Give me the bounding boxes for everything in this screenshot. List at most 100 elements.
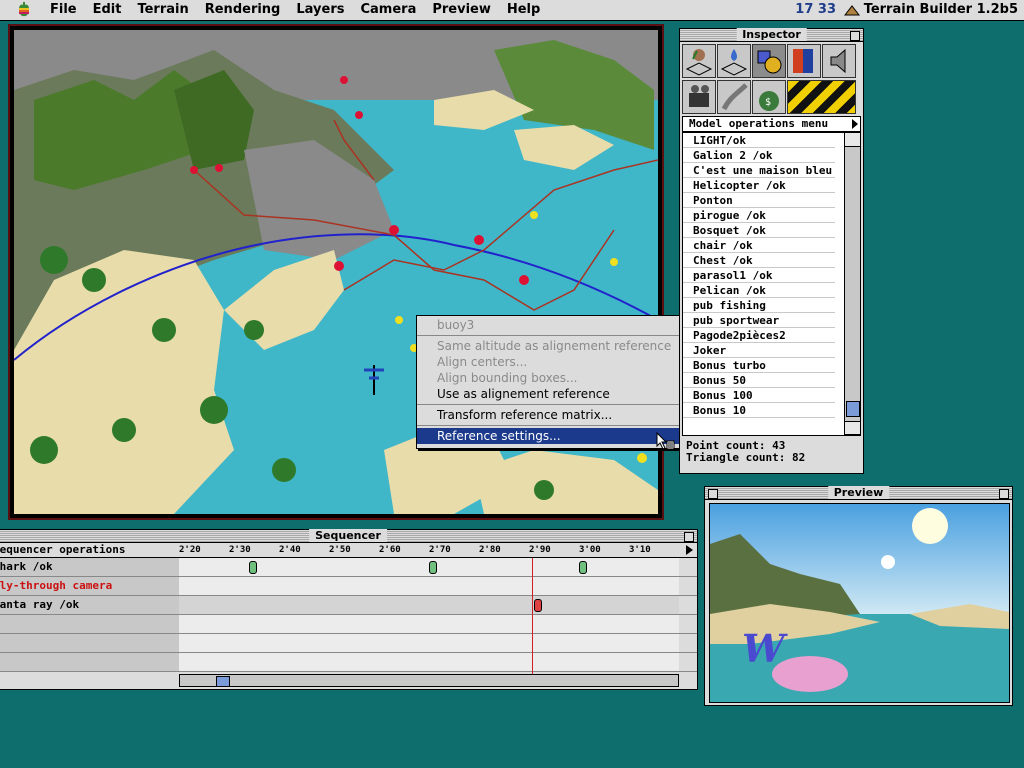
track-timeline[interactable] [179,596,679,614]
water-drop-icon [720,49,748,76]
model-list-item[interactable]: Bonus 50 [683,373,835,388]
preview-title: Preview [827,486,890,499]
menu-item-align-bounding-boxes[interactable]: Align bounding boxes... [417,370,699,386]
track-timeline[interactable] [179,558,679,576]
menu-preview[interactable]: Preview [424,0,499,20]
track-timeline[interactable] [179,615,679,633]
model-list-item[interactable]: Pagode2pièces2 [683,328,835,343]
model-list-item[interactable]: pirogue /ok [683,208,835,223]
model-list-item[interactable]: chair /ok [683,238,835,253]
menu-separator [417,404,699,405]
model-list-item[interactable]: Helicopter /ok [683,178,835,193]
menu-rendering[interactable]: Rendering [197,0,289,20]
track-timeline[interactable] [179,634,679,652]
model-list-item[interactable]: Bosquet /ok [683,223,835,238]
menu-terrain[interactable]: Terrain [129,0,196,20]
model-list-item[interactable]: Bonus 100 [683,388,835,403]
timeline-scrollbar[interactable] [179,674,679,687]
sequencer-track[interactable]: Fly-through camera [0,577,697,596]
preview-titlebar[interactable]: Preview [705,486,1012,500]
menu-item-transform-reference-matrix[interactable]: Transform reference matrix... [417,407,699,423]
keyframe-marker[interactable] [249,561,257,574]
model-list-item[interactable]: Galion 2 /ok [683,148,835,163]
sound-tool-button[interactable] [822,44,856,78]
collapse-box-icon[interactable] [850,31,860,41]
model-list-item[interactable]: Ponton [683,193,835,208]
inspector-tool-row-1 [680,42,863,78]
water-tool-button[interactable] [717,44,751,78]
timeline-tick: 2'20 [179,545,201,555]
terrain-mesh-tool-button[interactable] [682,44,716,78]
scroll-thumb[interactable] [846,401,860,417]
model-list-item[interactable]: pub fishing [683,298,835,313]
preview-render[interactable]: W [709,503,1010,703]
track-label[interactable]: Shark /ok [0,558,179,576]
bonus-tool-button[interactable]: $ [752,80,786,114]
path-tool-button[interactable] [717,80,751,114]
track-label[interactable]: Manta ray /ok [0,596,179,614]
model-list-item[interactable]: Bonus 10 [683,403,835,418]
application-menu[interactable]: Terrain Builder 1.2b5 [843,0,1018,20]
collapse-box-icon[interactable] [999,489,1009,499]
model-list-item[interactable]: C'est une maison bleu /ok [683,163,835,178]
sequencer-operations-label[interactable]: Sequencer operations [0,543,125,557]
scroll-down-arrow-icon[interactable] [845,421,860,435]
keyframe-marker[interactable] [579,561,587,574]
play-arrow-icon[interactable] [686,545,693,555]
speaker-icon [830,48,846,74]
menu-item-align-centers[interactable]: Align centers... [417,354,699,370]
object-tool-button[interactable] [752,44,786,78]
hazard-tool-button[interactable] [787,80,856,114]
camera-tool-button[interactable] [682,80,716,114]
model-stats: Point count: 43 Triangle count: 82 [680,436,863,468]
model-list-item[interactable]: LIGHT/ok [683,133,835,148]
track-timeline[interactable] [179,653,679,671]
sequencer-track[interactable] [0,615,697,634]
track-label[interactable]: Fly-through camera [0,577,179,595]
model-list[interactable]: LIGHT/ok Galion 2 /ok C'est une maison ble… [682,132,861,436]
model-list-item[interactable]: Chest /ok [683,253,835,268]
sequencer-track[interactable]: Manta ray /ok [0,596,697,615]
model-list-item[interactable]: Bonus turbo [683,358,835,373]
sequencer-track[interactable]: Shark /ok [0,558,697,577]
close-box-icon[interactable] [708,489,718,499]
keyframe-marker[interactable] [534,599,542,612]
scroll-thumb[interactable] [216,676,230,687]
timeline-tick: 2'90 [529,545,551,555]
context-menu-header: buoy3 [437,318,475,332]
model-list-item[interactable]: pub sportwear [683,313,835,328]
model-list-scrollbar[interactable] [844,133,860,435]
sequencer-track[interactable] [0,634,697,653]
menu-item-use-as-alignement-reference[interactable]: Use as alignement reference [417,386,699,402]
menu-help[interactable]: Help [499,0,548,20]
object-shapes-icon [757,50,782,74]
track-label[interactable] [0,653,179,671]
menu-layers[interactable]: Layers [288,0,352,20]
menu-item-same-altitude[interactable]: Same altitude as alignement reference [417,338,699,354]
timeline-tick: 3'10 [629,545,651,555]
keyframe-marker[interactable] [429,561,437,574]
playhead[interactable] [532,558,533,674]
collapse-box-icon[interactable] [684,532,694,542]
sequencer-titlebar[interactable]: Sequencer [0,529,697,543]
menu-camera[interactable]: Camera [352,0,424,20]
menu-edit[interactable]: Edit [85,0,130,20]
apple-menu-icon[interactable] [16,2,32,18]
model-list-item[interactable]: Joker [683,343,835,358]
track-label[interactable] [0,634,179,652]
track-timeline[interactable] [179,577,679,595]
inspector-titlebar[interactable]: Inspector [680,28,863,42]
track-label[interactable] [0,615,179,633]
menu-file[interactable]: File [42,0,85,20]
texture-tool-button[interactable] [787,44,821,78]
model-list-item[interactable]: parasol1 /ok [683,268,835,283]
menubar-clock[interactable]: 17 33 [795,0,836,20]
model-operations-menu[interactable]: Model operations menu [682,116,861,132]
model-list-item[interactable]: Pelican /ok [683,283,835,298]
terrain-mesh-icon [685,49,713,76]
timeline-ruler[interactable]: 2'20 2'30 2'40 2'50 2'60 2'70 2'80 2'90 3'00 3'10 [179,543,679,557]
timeline-tick: 2'40 [279,545,301,555]
context-menu: buoy3 Same altitude as alignement refere… [416,315,700,449]
scroll-up-arrow-icon[interactable] [845,133,860,147]
sequencer-track[interactable] [0,653,697,672]
